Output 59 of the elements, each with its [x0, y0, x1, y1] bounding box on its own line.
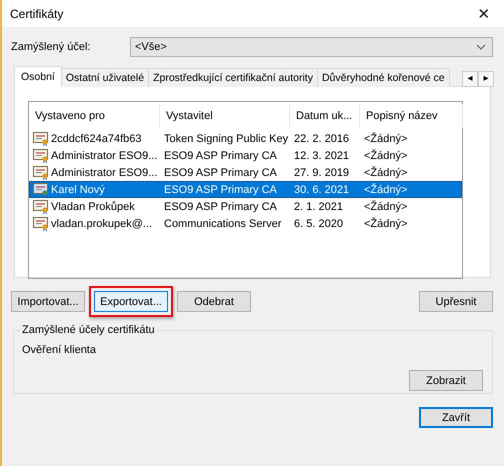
column-header[interactable]: Datum uk... — [290, 104, 360, 128]
table-row[interactable]: vladan.prokupek@... Communications Server 6. 5. 2020 <Žádný> — [29, 215, 462, 232]
certificate-icon — [33, 166, 49, 180]
action-button[interactable]: Importovat... — [11, 291, 85, 312]
table-cell-text: ESO9 ASP Primary CA — [163, 200, 278, 212]
table-cell-text: <Žádný> — [363, 200, 408, 212]
column-header[interactable]: Popisný název — [360, 104, 463, 128]
tab[interactable]: Zprostředkující certifikační autority — [148, 68, 318, 87]
table-cell-text: <Žádný> — [363, 218, 408, 230]
table-cell-text: 12. 3. 2021 — [293, 150, 350, 162]
certificate-icon — [33, 182, 49, 196]
table-cell-text: ESO9 ASP Primary CA — [163, 150, 278, 162]
purposes-text: Ověření klienta — [22, 344, 97, 356]
column-header[interactable]: Vystavitel — [160, 104, 290, 128]
tab-scroll-button[interactable]: ◂ — [462, 71, 478, 87]
table-cell-text: 6. 5. 2020 — [293, 218, 344, 230]
table-cell: Administrator ESO9... — [29, 148, 160, 162]
tab[interactable]: Důvěryhodné kořenové ce — [316, 68, 450, 87]
certificate-icon — [33, 148, 49, 162]
table-cell-text: Communications Server — [163, 218, 282, 230]
tab[interactable]: Ostatní uživatelé — [60, 68, 150, 87]
action-button[interactable]: Exportovat... — [94, 291, 168, 312]
close-dialog-button[interactable]: Zavřít — [419, 407, 493, 428]
certificate-icon — [33, 132, 49, 146]
tab[interactable]: Osobní — [14, 66, 62, 87]
column-header[interactable]: Vystaveno pro — [29, 104, 160, 128]
table-cell-text: Token Signing Public Key — [163, 132, 290, 144]
view-button[interactable]: Zobrazit — [409, 370, 483, 391]
table-row[interactable]: Administrator ESO9... ESO9 ASP Primary CA 12. 3. 2021 <Žádný> — [29, 147, 462, 164]
table-cell: vladan.prokupek@... — [29, 216, 160, 230]
table-row[interactable]: Karel Nový ESO9 ASP Primary CA 30. 6. 2021 <Žádný> — [29, 181, 462, 198]
group-title: Zamýšlené účely certifikátu — [21, 324, 156, 336]
window-title: Certifikáty — [10, 6, 64, 20]
advanced-button[interactable]: Upřesnit — [419, 291, 493, 312]
table-cell-text: 30. 6. 2021 — [293, 184, 350, 196]
tab-scroll-button[interactable]: ▸ — [478, 71, 494, 87]
table-cell: Karel Nový — [29, 182, 160, 196]
table-cell-text: <Žádný> — [363, 166, 408, 178]
table-row[interactable]: 2cddcf624a74fb63 Token Signing Public Key 22. 2. 2016 <Žádný> — [29, 130, 462, 147]
table-cell-text: <Žádný> — [363, 150, 408, 162]
purpose-label: Zamýšlený účel: — [11, 41, 92, 53]
table-cell: Vladan Prokůpek — [29, 200, 160, 214]
close-button[interactable]: ✕ — [464, 0, 504, 27]
certificate-icon — [33, 200, 49, 214]
table-row[interactable]: Vladan Prokůpek ESO9 ASP Primary CA 2. 1. 2021 <Žádný> — [29, 198, 462, 215]
table-cell-text: 27. 9. 2019 — [293, 166, 350, 178]
purpose-dropdown[interactable]: <Vše> — [130, 37, 493, 57]
action-button[interactable]: Odebrat — [177, 291, 251, 312]
table-cell-text: ESO9 ASP Primary CA — [163, 166, 278, 178]
certificate-icon — [33, 216, 49, 230]
table-cell-text: <Žádný> — [363, 184, 408, 196]
table-cell-text: <Žádný> — [363, 132, 408, 144]
table-row[interactable]: Administrator ESO9... ESO9 ASP Primary CA 27. 9. 2019 <Žádný> — [29, 164, 462, 181]
table-cell-text: 2. 1. 2021 — [293, 200, 344, 212]
table-cell: Administrator ESO9... — [29, 166, 160, 180]
chevron-down-icon — [476, 44, 486, 50]
table-cell-text: ESO9 ASP Primary CA — [163, 184, 278, 196]
table-cell: 2cddcf624a74fb63 — [29, 132, 160, 146]
table-cell-text: 22. 2. 2016 — [293, 132, 350, 144]
